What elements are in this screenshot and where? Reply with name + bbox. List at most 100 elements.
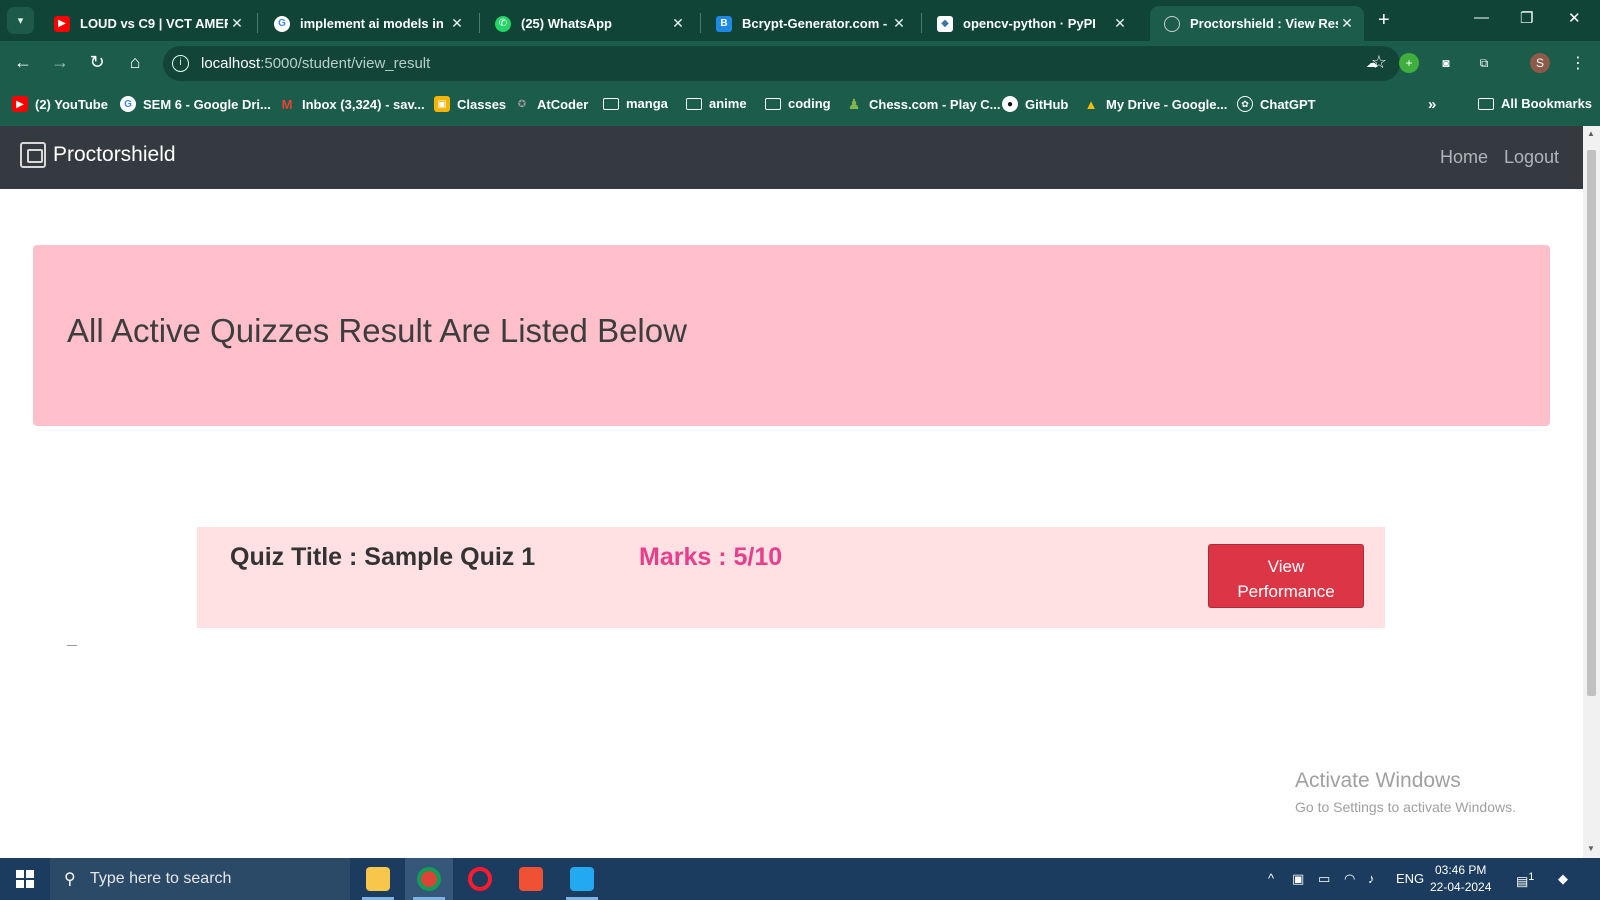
close-icon[interactable]: ✕	[1338, 15, 1356, 32]
clock-date: 22-04-2024	[1430, 880, 1492, 894]
bookmark-folder-manga[interactable]: manga	[603, 96, 668, 111]
bookmark-folder-anime[interactable]: anime	[686, 96, 747, 111]
menu-kebab-icon[interactable]: ⋮	[1568, 53, 1588, 73]
taskbar-clock[interactable]: 03:46 PM 22-04-2024	[1430, 862, 1491, 896]
notifications-icon[interactable]: ▤1	[1516, 871, 1534, 889]
bookmark-label: Inbox (3,324) - sav...	[302, 96, 425, 112]
scrollbar-thumb[interactable]	[1587, 150, 1596, 696]
taskbar-vscode[interactable]	[558, 858, 606, 900]
button-label-line1: View	[1267, 557, 1305, 576]
taskbar-git-tool[interactable]	[507, 858, 555, 900]
battery-icon[interactable]: ▭	[1318, 871, 1330, 887]
youtube-icon: ▶	[12, 96, 28, 112]
quiz-result-card: Quiz Title : Sample Quiz 1 Marks : 5/10 …	[197, 527, 1385, 628]
bookmark-chess[interactable]: ♟ Chess.com - Play C...	[846, 96, 1001, 112]
show-hidden-icons-chevron-icon[interactable]: ^	[1268, 871, 1274, 886]
close-icon[interactable]: ✕	[228, 15, 246, 32]
taskbar-file-explorer[interactable]	[354, 858, 402, 900]
bookmark-gmail[interactable]: M Inbox (3,324) - sav...	[279, 96, 425, 112]
url-path: :5000/student/view_result	[260, 55, 431, 72]
tab-pypi[interactable]: ◆ opencv-python · PyPI ✕	[923, 6, 1137, 41]
folder-icon	[603, 97, 619, 110]
more-bookmarks-chevron-icon[interactable]: »	[1428, 96, 1436, 113]
close-icon[interactable]: ✕	[1111, 15, 1129, 32]
bookmark-label: Chess.com - Play C...	[869, 96, 1001, 112]
address-bar[interactable]: i localhost:5000/student/view_result ☆	[163, 46, 1400, 81]
taskbar-chrome[interactable]	[405, 858, 453, 900]
profile-initial: S	[1535, 56, 1544, 70]
site-info-icon[interactable]: i	[172, 55, 189, 72]
bookmark-folder-coding[interactable]: coding	[765, 96, 831, 111]
page-scrollbar[interactable]: ▲ ▼	[1583, 126, 1600, 858]
tab-whatsapp[interactable]: ✆ (25) WhatsApp ✕	[481, 6, 695, 41]
chrome-icon	[417, 867, 441, 891]
reload-icon[interactable]: ↻	[86, 52, 108, 73]
back-icon[interactable]: ←	[12, 52, 34, 73]
tab-strip: ▾ ▶ LOUD vs C9 | VCT AMERIC ✕ G implemen…	[0, 0, 1600, 41]
tab-title: Proctorshield : View Resul	[1190, 16, 1338, 31]
brand-link[interactable]: Proctorshield	[20, 142, 176, 168]
plus-extension-icon[interactable]: +	[1399, 53, 1419, 73]
tab-search-button[interactable]: ▾	[7, 7, 34, 34]
taskbar-search-box[interactable]: ⚲ Type here to search	[50, 858, 350, 900]
bookmark-label: (2) YouTube	[35, 96, 108, 112]
gmail-icon: M	[281, 96, 293, 112]
restore-icon[interactable]: ❐	[1520, 9, 1533, 27]
url-host: localhost	[201, 55, 261, 72]
activate-windows-watermark: Activate Windows Go to Settings to activ…	[1295, 769, 1516, 815]
scroll-up-arrow-icon[interactable]: ▲	[1587, 129, 1595, 138]
extensions-puzzle-icon[interactable]: ⧉	[1474, 53, 1494, 73]
view-performance-button[interactable]: View Performance	[1208, 544, 1364, 608]
taskbar-opera[interactable]	[456, 858, 504, 900]
bcrypt-icon: B	[716, 15, 732, 32]
nav-logout-link[interactable]: Logout	[1504, 147, 1559, 168]
nav-home-link[interactable]: Home	[1440, 147, 1488, 168]
folder-icon	[686, 97, 702, 110]
bookmark-github[interactable]: ● GitHub	[1002, 96, 1068, 112]
profile-avatar[interactable]: S	[1530, 53, 1550, 73]
tab-title: implement ai models in m	[300, 16, 448, 31]
close-icon[interactable]: ✕	[890, 15, 908, 32]
all-bookmarks-button[interactable]: All Bookmarks	[1478, 96, 1592, 111]
volume-icon[interactable]: ♪	[1368, 871, 1375, 886]
globe-icon	[1164, 15, 1180, 32]
copilot-icon[interactable]: ◆	[1558, 871, 1568, 887]
wifi-icon[interactable]: ◠	[1344, 871, 1355, 887]
bookmark-chatgpt[interactable]: ✿ ChatGPT	[1237, 96, 1316, 112]
windows-start-icon[interactable]	[16, 870, 34, 888]
page-title: All Active Quizzes Result Are Listed Bel…	[67, 312, 687, 349]
all-bookmarks-label: All Bookmarks	[1501, 96, 1593, 111]
window-close-icon[interactable]: ✕	[1568, 9, 1581, 27]
cloud-extension-icon[interactable]: ☁	[1362, 53, 1382, 73]
youtube-icon: ▶	[54, 15, 70, 32]
brand-name: Proctorshield	[53, 143, 176, 166]
close-icon[interactable]: ✕	[669, 15, 687, 32]
tab-bcrypt[interactable]: B Bcrypt-Generator.com - G ✕	[702, 6, 916, 41]
bookmark-youtube[interactable]: ▶ (2) YouTube	[12, 96, 108, 112]
input-language[interactable]: ENG	[1396, 871, 1424, 886]
divider	[67, 645, 77, 646]
new-tab-button[interactable]: +	[1378, 9, 1390, 32]
scroll-down-arrow-icon[interactable]: ▼	[1587, 844, 1595, 853]
bookmark-sem6-drive[interactable]: G SEM 6 - Google Dri...	[120, 96, 271, 112]
close-icon[interactable]: ✕	[448, 15, 466, 32]
forward-icon[interactable]: →	[49, 52, 71, 73]
bookmark-atcoder[interactable]: ✪ AtCoder	[514, 96, 588, 112]
bookmark-classes[interactable]: ▣ Classes	[434, 96, 506, 112]
tab-google-search[interactable]: G implement ai models in m ✕	[260, 6, 474, 41]
windows-taskbar: ⚲ Type here to search ^ ▣ ▭ ◠ ♪ ENG 03:4…	[0, 858, 1600, 900]
bookmark-label: SEM 6 - Google Dri...	[143, 96, 271, 112]
bookmark-my-drive[interactable]: ▲ My Drive - Google...	[1083, 96, 1228, 112]
camera-extension-icon[interactable]: ◙	[1436, 53, 1456, 73]
page-viewport: Proctorshield Home Logout All Active Qui…	[0, 126, 1583, 858]
home-icon[interactable]: ⌂	[124, 52, 146, 73]
chess-icon: ♟	[847, 95, 861, 112]
tab-proctorshield[interactable]: Proctorshield : View Resul ✕	[1150, 6, 1364, 41]
notification-count: 1	[1528, 871, 1535, 883]
tab-youtube[interactable]: ▶ LOUD vs C9 | VCT AMERIC ✕	[40, 6, 254, 41]
security-tray-icon[interactable]: ▣	[1292, 871, 1304, 887]
quiz-title: Quiz Title : Sample Quiz 1	[230, 543, 536, 571]
tab-title: Bcrypt-Generator.com - G	[742, 16, 890, 31]
opera-icon	[468, 867, 492, 891]
minimize-icon[interactable]: —	[1474, 9, 1489, 26]
